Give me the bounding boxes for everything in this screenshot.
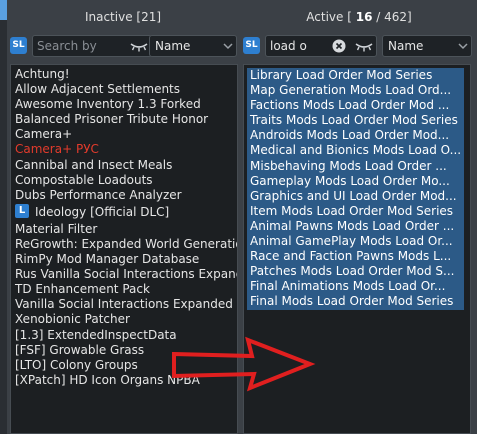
mod-name: Dubs Performance Analyzer: [15, 187, 182, 202]
mod-name: Camera+ РУС: [15, 142, 99, 157]
inactive-search-box[interactable]: [32, 35, 152, 57]
active-mod-item[interactable]: Medical and Bionics Mods Load O...: [247, 143, 464, 159]
chevron-down-icon: [223, 43, 233, 50]
active-mod-item[interactable]: Map Generation Mods Load Ord...: [247, 83, 464, 99]
inactive-mod-item[interactable]: Awesome Inventory 1.3 Forked: [11, 97, 237, 112]
active-mod-item[interactable]: Factions Mods Load Order Mod ...: [247, 98, 464, 114]
inactive-mod-item[interactable]: Material Filter: [11, 222, 237, 237]
inactive-mod-item[interactable]: Vanilla Social Interactions Expanded: [11, 297, 237, 312]
inactive-mod-item[interactable]: Balanced Prisoner Tribute Honor: [11, 112, 237, 127]
inactive-mod-item[interactable]: Cannibal and Insect Meals: [11, 158, 237, 173]
clear-icon[interactable]: [332, 39, 346, 53]
active-mod-item[interactable]: Animal GamePlay Mods Load Or...: [247, 234, 464, 250]
mod-name: ReGrowth: Expanded World Generation...: [15, 236, 237, 251]
mod-name: Achtung!: [15, 67, 70, 81]
inactive-header: Inactive [21]: [84, 10, 162, 24]
sl-icon[interactable]: SL: [243, 37, 260, 54]
active-search-input[interactable]: [270, 38, 330, 54]
red-arrow-annotation: [172, 336, 316, 392]
inactive-mod-item[interactable]: Rus Vanilla Social Interactions Expanded: [11, 267, 237, 282]
active-mod-item[interactable]: Animal Pawns Mods Load Order ...: [247, 218, 464, 235]
inactive-mod-item[interactable]: ReGrowth: Expanded World Generation...: [11, 237, 237, 252]
mod-name: Cannibal and Insect Meals: [15, 157, 173, 172]
inactive-mod-item[interactable]: Dubs Performance Analyzer: [11, 188, 237, 203]
mod-name: Ideology [Official DLC]: [35, 204, 170, 219]
active-header-suffix: / 462]: [372, 10, 412, 24]
inactive-search-input[interactable]: [37, 38, 125, 54]
active-mod-item[interactable]: Library Load Order Mod Series: [247, 68, 464, 84]
eye-closed-icon[interactable]: [129, 39, 149, 53]
inactive-mod-item[interactable]: Camera+: [11, 127, 237, 142]
active-mod-item[interactable]: Graphics and UI Load Order Mod...: [247, 188, 464, 204]
mod-name: Balanced Prisoner Tribute Honor: [15, 112, 209, 127]
active-mod-item[interactable]: Androids Mods Load Order Mod...: [247, 128, 464, 144]
active-mod-item[interactable]: Gameplay Mods Load Order Mo...: [247, 173, 464, 189]
mod-name: Awesome Inventory 1.3 Forked: [15, 97, 201, 112]
chevron-down-icon: [458, 43, 468, 50]
sl-icon[interactable]: SL: [10, 37, 27, 54]
mod-name: Vanilla Social Interactions Expanded: [15, 297, 233, 312]
inactive-mod-item[interactable]: TD Enhancement Pack: [11, 282, 237, 297]
active-mod-item[interactable]: Traits Mods Load Order Mod Series: [247, 113, 464, 129]
mod-name: Camera+: [15, 127, 73, 142]
left-edge-strip: [0, 0, 7, 434]
active-header-count: 16: [355, 10, 373, 24]
active-mod-item[interactable]: Item Mods Load Order Mod Series: [247, 203, 464, 219]
active-header-prefix: Active [: [306, 10, 356, 24]
inactive-mod-item[interactable]: Xenobionic Patcher: [11, 312, 237, 327]
mod-name: TD Enhancement Pack: [15, 282, 150, 297]
mod-name: RimPy Mod Manager Database: [15, 252, 200, 267]
mod-name: [FSF] Growable Grass: [15, 342, 145, 357]
inactive-mod-item[interactable]: Allow Adjacent Settlements: [11, 82, 237, 97]
active-header: Active [ 16 / 462]: [241, 10, 477, 24]
mod-name: [LTO] Colony Groups: [15, 357, 138, 372]
active-sort-value: Name: [388, 39, 424, 53]
inactive-mod-item[interactable]: Compostable Loadouts: [11, 173, 237, 188]
inactive-mod-item[interactable]: RimPy Mod Manager Database: [11, 252, 237, 267]
eye-closed-icon[interactable]: [354, 39, 374, 53]
active-mod-item[interactable]: Race and Faction Pawns Mods L...: [247, 249, 464, 265]
active-mod-item[interactable]: Final Animations Mods Load Or...: [247, 279, 464, 295]
mod-name: Material Filter: [15, 221, 98, 236]
inactive-mod-item[interactable]: Achtung!: [11, 67, 237, 82]
inactive-sort-select[interactable]: Name: [149, 35, 237, 57]
active-mod-item[interactable]: Misbehaving Mods Load Order ...: [247, 158, 464, 174]
active-mod-item[interactable]: Patches Mods Load Order Mod S...: [247, 264, 464, 280]
left-edge-accent: [0, 0, 7, 20]
inactive-sort-value: Name: [155, 39, 191, 53]
mod-name: [1.3] ExtendedInspectData: [15, 327, 177, 342]
mod-name: Xenobionic Patcher: [15, 312, 130, 327]
active-search-box[interactable]: [265, 35, 377, 57]
mod-name: Rus Vanilla Social Interactions Expanded: [15, 267, 237, 282]
inactive-mod-item[interactable]: L Ideology [Official DLC]: [11, 203, 237, 222]
mod-name: Compostable Loadouts: [15, 172, 153, 187]
dlc-badge-icon: L: [15, 204, 29, 219]
inactive-toolbar: SL Name: [8, 34, 238, 58]
active-toolbar: SL Name: [241, 34, 477, 58]
mod-name: Allow Adjacent Settlements: [15, 82, 181, 97]
active-sort-select[interactable]: Name: [382, 35, 472, 57]
active-mod-item[interactable]: Final Mods Load Order Mod Series: [247, 294, 464, 310]
inactive-mod-item[interactable]: Camera+ РУС: [11, 142, 237, 157]
